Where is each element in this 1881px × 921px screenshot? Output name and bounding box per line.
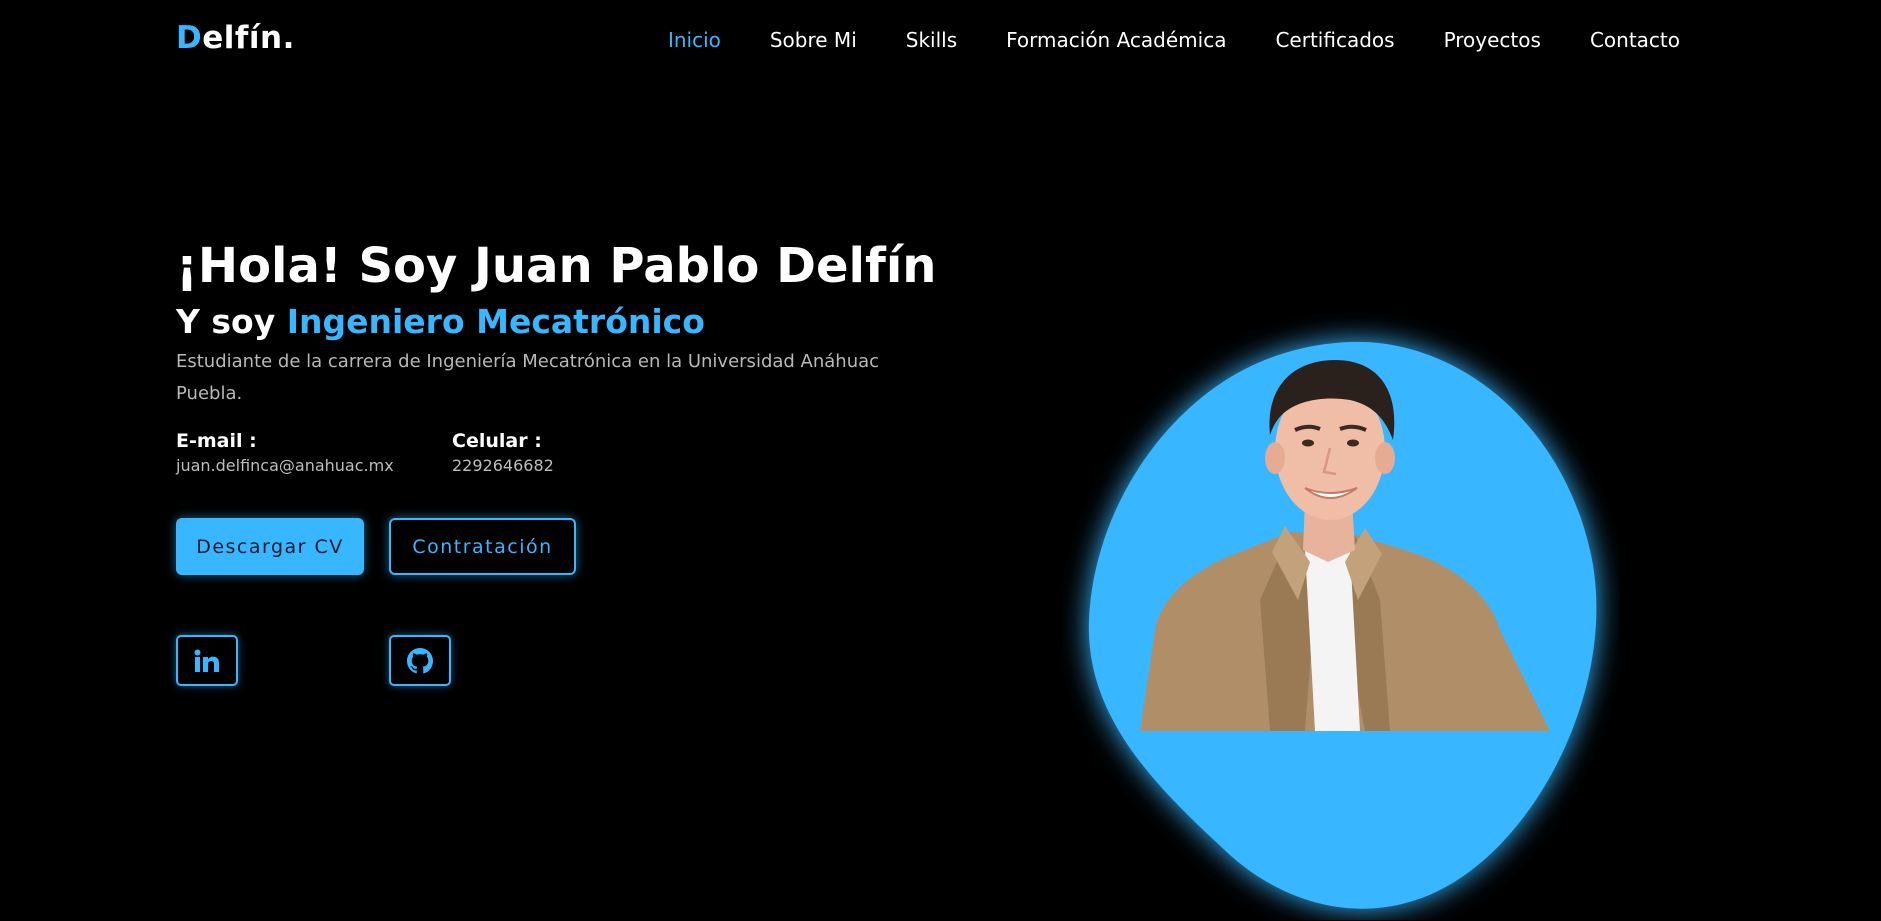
main-nav: Inicio Sobre Mi Skills Formación Académi… xyxy=(619,28,1680,52)
site-logo[interactable]: Delfín. xyxy=(176,20,295,56)
nav-item-proyectos[interactable]: Proyectos xyxy=(1444,28,1541,52)
nav-item-contacto[interactable]: Contacto xyxy=(1590,28,1680,52)
phone-value[interactable]: 2292646682 xyxy=(452,454,554,478)
email-label: E-mail : xyxy=(176,430,257,452)
hero-description: Estudiante de la carrera de Ingeniería M… xyxy=(176,351,880,404)
email-block: E-mail : juan.delfinca@anahuac.mx xyxy=(176,428,394,478)
nav-item-certificados[interactable]: Certificados xyxy=(1275,28,1394,52)
hire-button[interactable]: Contratación xyxy=(389,518,576,575)
linkedin-button[interactable] xyxy=(176,635,238,686)
download-cv-button[interactable]: Descargar CV xyxy=(176,518,364,575)
phone-block: Celular : 2292646682 xyxy=(452,428,554,478)
phone-label: Celular : xyxy=(452,430,542,452)
nav-item-sobre-mi[interactable]: Sobre Mi xyxy=(770,28,857,52)
github-button[interactable] xyxy=(389,635,451,686)
nav-item-inicio[interactable]: Inicio xyxy=(668,28,721,52)
nav-item-formacion-academica[interactable]: Formación Académica xyxy=(1006,28,1226,52)
hero-title: ¡Hola! Soy Juan Pablo Delfín xyxy=(176,238,937,294)
site-header: Delfín. Inicio Sobre Mi Skills Formación… xyxy=(0,0,1881,84)
profile-photo xyxy=(1060,300,1620,920)
hero-subtitle: Y soy Ingeniero Mecatrónico xyxy=(176,302,705,341)
email-value[interactable]: juan.delfinca@anahuac.mx xyxy=(176,454,394,478)
logo-initial: D xyxy=(176,20,203,56)
subtitle-role: Ingeniero Mecatrónico xyxy=(286,302,705,341)
page: Delfín. Inicio Sobre Mi Skills Formación… xyxy=(0,0,1881,921)
profile-blob xyxy=(1088,341,1597,909)
linkedin-icon xyxy=(194,649,219,672)
nav-item-skills[interactable]: Skills xyxy=(906,28,957,52)
github-icon xyxy=(407,647,433,673)
subtitle-prefix: Y soy xyxy=(176,302,287,341)
logo-text: elfín. xyxy=(202,20,295,56)
